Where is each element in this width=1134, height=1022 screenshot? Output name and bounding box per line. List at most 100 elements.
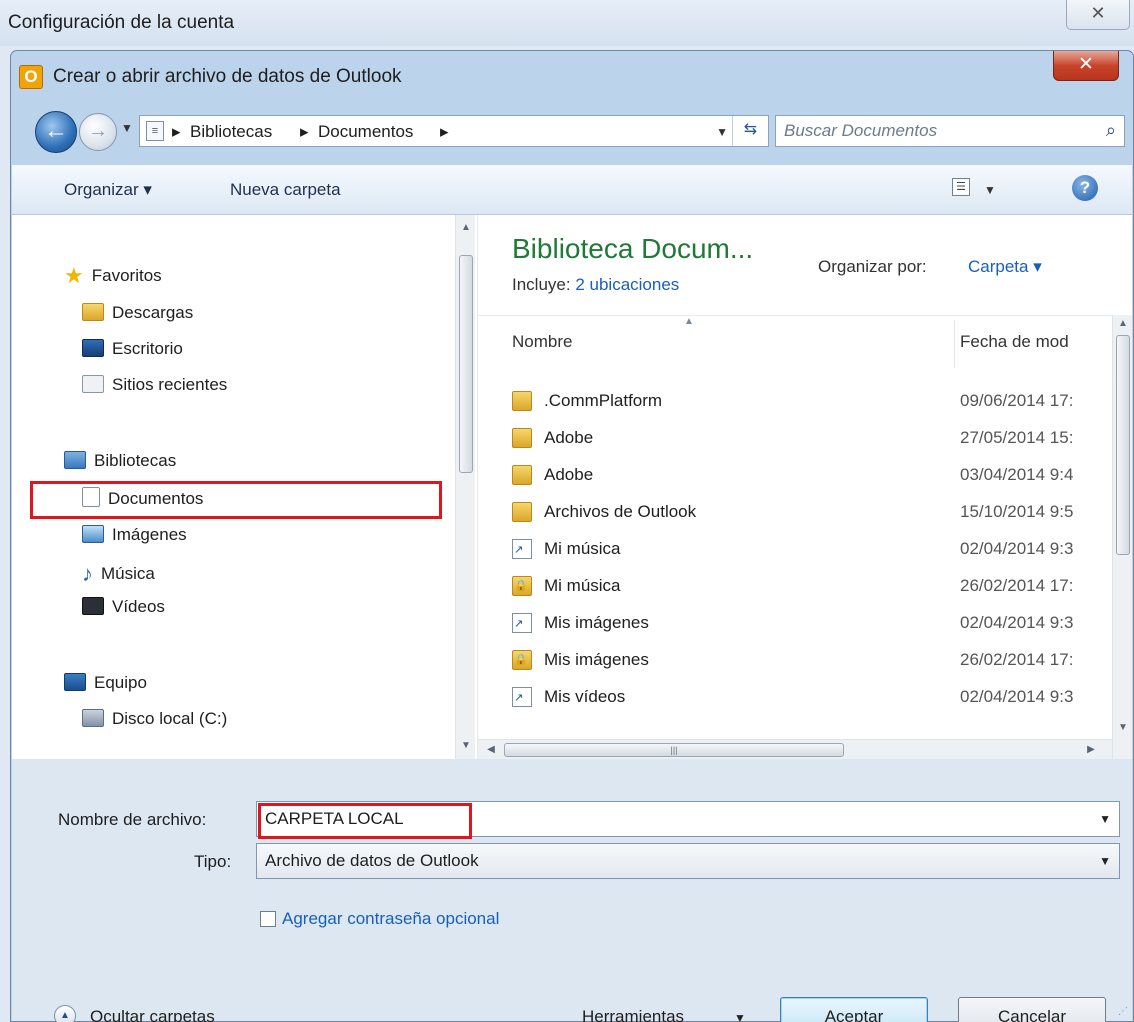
- library-title: Biblioteca Docum...: [512, 233, 754, 264]
- locations-link[interactable]: 2 ubicaciones: [575, 275, 679, 294]
- address-dropdown-icon[interactable]: ▼: [716, 125, 728, 139]
- list-item[interactable]: Mi música 02/04/2014 9:3: [478, 531, 1112, 568]
- column-name-header[interactable]: Nombre: [512, 332, 572, 352]
- list-item[interactable]: Adobe 27/05/2014 15:: [478, 420, 1112, 457]
- list-item[interactable]: Adobe 03/04/2014 9:4: [478, 457, 1112, 494]
- documents-highlight-box: [30, 481, 442, 519]
- help-icon[interactable]: ?: [1072, 175, 1098, 201]
- locked-folder-icon: [512, 650, 532, 670]
- sidebar-item-label: Sitios recientes: [112, 375, 228, 394]
- file-name: Mis vídeos: [544, 687, 626, 706]
- parent-close-button[interactable]: ✕: [1066, 0, 1130, 30]
- search-box: ⌕: [775, 115, 1125, 147]
- file-list-vertical-scrollbar[interactable]: ▲ ▼: [1112, 315, 1132, 759]
- scroll-down-icon[interactable]: ▼: [456, 737, 476, 755]
- breadcrumb-separator-icon[interactable]: ▸: [172, 122, 181, 142]
- parent-window-title: Configuración de la cuenta: [8, 12, 235, 33]
- list-item[interactable]: .CommPlatform 09/06/2014 17:: [478, 383, 1112, 420]
- sort-ascending-icon: ▲: [684, 316, 694, 327]
- sidebar-item-label: Bibliotecas: [94, 451, 177, 470]
- scrollbar-thumb[interactable]: |||: [504, 743, 844, 757]
- list-item[interactable]: Mis vídeos 02/04/2014 9:3: [478, 679, 1112, 716]
- scroll-down-icon[interactable]: ▼: [1113, 719, 1132, 737]
- file-name: Archivos de Outlook: [544, 502, 697, 521]
- file-name: Mi música: [544, 576, 621, 595]
- arrow-right-icon: →: [88, 120, 108, 142]
- breadcrumb-separator-icon[interactable]: ▸: [440, 122, 449, 142]
- scroll-up-icon[interactable]: ▲: [456, 219, 476, 237]
- document-library-icon: ≡: [146, 121, 164, 141]
- scrollbar-thumb[interactable]: [1116, 335, 1130, 555]
- refresh-button[interactable]: ⇆: [732, 116, 768, 146]
- sidebar-item-local-disk[interactable]: Disco local (C:): [82, 709, 227, 729]
- sidebar-item-label: Equipo: [94, 673, 147, 692]
- arrange-by-label: Organizar por:: [818, 257, 927, 276]
- dialog-close-button[interactable]: ✕: [1053, 51, 1119, 81]
- column-header: ▲ Nombre Fecha de mod: [478, 315, 1112, 371]
- hard-disk-icon: [82, 709, 104, 727]
- view-dropdown-icon[interactable]: ▼: [984, 183, 996, 197]
- type-label: Tipo:: [194, 852, 232, 871]
- scroll-up-icon[interactable]: ▲: [1113, 315, 1132, 333]
- file-date: 26/02/2014 17:: [960, 576, 1074, 595]
- file-date: 15/10/2014 9:5: [960, 502, 1074, 521]
- locked-folder-icon: [512, 576, 532, 596]
- chevron-up-icon[interactable]: ▲: [54, 1005, 76, 1022]
- search-icon[interactable]: ⌕: [1106, 120, 1116, 141]
- scroll-left-icon[interactable]: ◀: [482, 740, 500, 759]
- dialog-titlebar: O Crear o abrir archivo de datos de Outl…: [11, 51, 1133, 103]
- sidebar-item-computer[interactable]: Equipo: [64, 673, 147, 693]
- sidebar-item-favorites[interactable]: ★ Favoritos: [64, 263, 162, 288]
- sidebar-item-libraries[interactable]: Bibliotecas: [64, 451, 176, 471]
- refresh-icon: ⇆: [743, 121, 758, 138]
- close-icon: ✕: [1078, 54, 1094, 75]
- view-options-icon[interactable]: ☰: [952, 178, 970, 196]
- resize-grip-icon[interactable]: ⋰: [1118, 1006, 1128, 1017]
- password-option-link[interactable]: Agregar contraseña opcional: [282, 907, 502, 931]
- sidebar-item-desktop[interactable]: Escritorio: [82, 339, 183, 359]
- password-checkbox[interactable]: [260, 911, 276, 927]
- list-item[interactable]: Mis imágenes 26/02/2014 17:: [478, 642, 1112, 679]
- star-icon: ★: [64, 263, 84, 288]
- pictures-icon: [82, 525, 104, 543]
- includes-label: Incluye:: [512, 275, 571, 294]
- cancel-button[interactable]: Cancelar: [958, 997, 1106, 1022]
- command-toolbar: Organizar ▾ Nueva carpeta ☰ ▼ ?: [12, 165, 1132, 215]
- file-type-select[interactable]: Archivo de datos de Outlook ▼: [256, 843, 1120, 879]
- shortcut-icon: [512, 539, 532, 559]
- navigation-pane-scrollbar[interactable]: ▲ ▼: [455, 215, 475, 759]
- hide-folders-button[interactable]: Ocultar carpetas: [90, 1007, 215, 1022]
- list-item[interactable]: Archivos de Outlook 15/10/2014 9:5: [478, 494, 1112, 531]
- chevron-down-icon[interactable]: ▼: [734, 1011, 746, 1022]
- accept-button[interactable]: Aceptar: [780, 997, 928, 1022]
- sidebar-item-downloads[interactable]: Descargas: [82, 303, 193, 323]
- sidebar-item-label: Música: [101, 564, 155, 583]
- arrange-by-dropdown[interactable]: Carpeta ▾: [968, 257, 1042, 277]
- shortcut-icon: [512, 687, 532, 707]
- breadcrumb-documents[interactable]: Documentos: [318, 122, 413, 142]
- breadcrumb-separator-icon[interactable]: ▸: [300, 122, 309, 142]
- file-list-horizontal-scrollbar[interactable]: ◀ ||| ▶: [478, 739, 1112, 759]
- column-separator[interactable]: [954, 320, 955, 368]
- column-date-header[interactable]: Fecha de mod: [960, 332, 1069, 352]
- scrollbar-thumb[interactable]: [459, 255, 473, 473]
- tools-menu-button[interactable]: Herramientas: [582, 1007, 684, 1022]
- back-button[interactable]: ←: [35, 111, 77, 153]
- list-item[interactable]: Mis imágenes 02/04/2014 9:3: [478, 605, 1112, 642]
- chevron-down-icon[interactable]: ▼: [1099, 812, 1111, 826]
- sidebar-item-pictures[interactable]: Imágenes: [82, 525, 187, 545]
- scroll-right-icon[interactable]: ▶: [1082, 740, 1100, 759]
- search-input[interactable]: [784, 121, 1084, 141]
- history-dropdown-icon[interactable]: ▼: [121, 121, 133, 135]
- list-item[interactable]: Mi música 26/02/2014 17:: [478, 568, 1112, 605]
- address-bar[interactable]: ≡ ▸ Bibliotecas ▸ Documentos ▸ ▼ ⇆: [139, 115, 769, 147]
- sidebar-item-music[interactable]: ♪ Música: [82, 561, 155, 586]
- sidebar-item-videos[interactable]: Vídeos: [82, 597, 165, 617]
- recent-places-icon: [82, 375, 104, 393]
- new-folder-button[interactable]: Nueva carpeta: [230, 180, 341, 200]
- sidebar-item-recent-places[interactable]: Sitios recientes: [82, 375, 227, 395]
- dialog-title: Crear o abrir archivo de datos de Outloo…: [53, 66, 402, 87]
- forward-button[interactable]: →: [79, 113, 117, 151]
- breadcrumb-libraries[interactable]: Bibliotecas: [190, 122, 272, 142]
- organize-menu-button[interactable]: Organizar ▾: [64, 180, 152, 200]
